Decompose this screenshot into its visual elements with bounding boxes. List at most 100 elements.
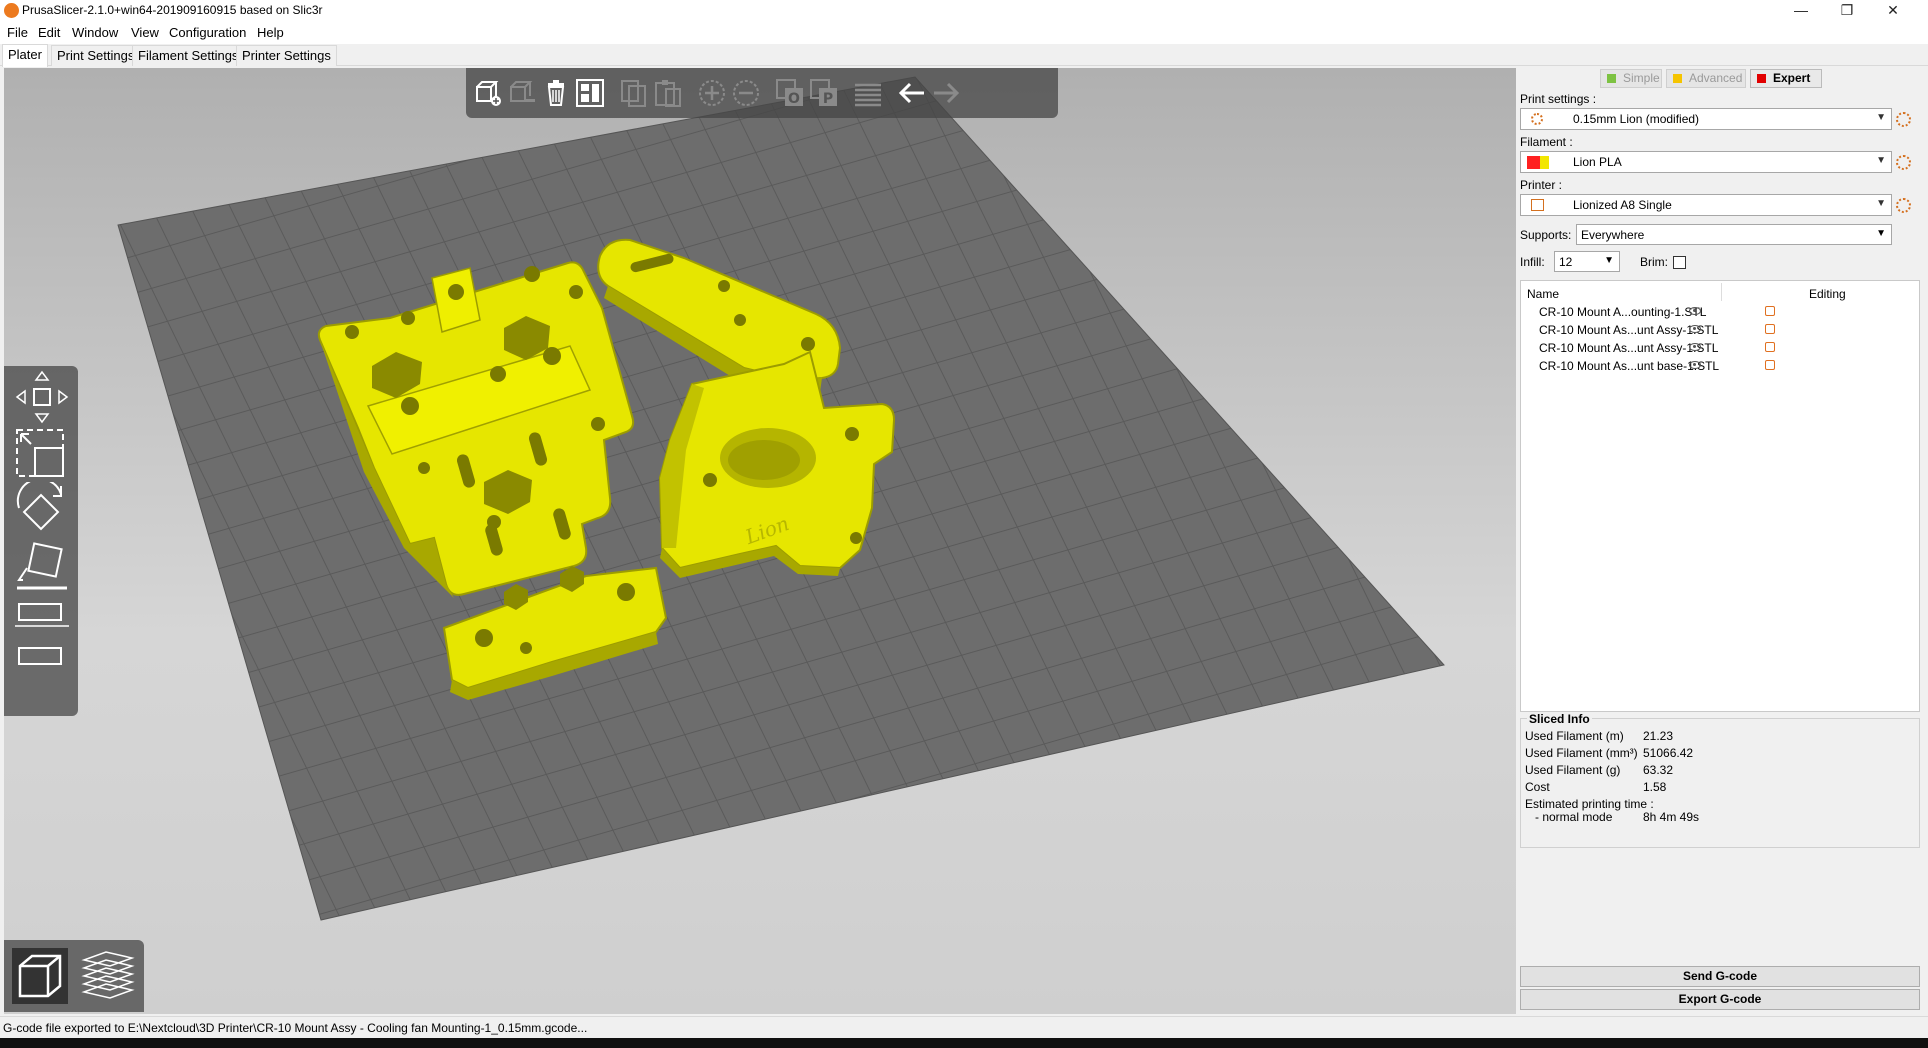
- edit-settings-icon[interactable]: [1765, 324, 1775, 334]
- column-divider: [1721, 283, 1722, 301]
- add-icon[interactable]: [472, 77, 504, 109]
- mode-advanced-label: Advanced: [1689, 71, 1743, 85]
- printer-label: Printer :: [1520, 178, 1563, 192]
- sliced-info-value: 1.58: [1643, 780, 1667, 794]
- remove-instance-icon[interactable]: [730, 77, 762, 109]
- 3d-view-icon[interactable]: [10, 946, 70, 1006]
- printer-combo[interactable]: Lionized A8 Single ▼: [1520, 194, 1892, 216]
- maximize-button[interactable]: ❐: [1824, 0, 1870, 22]
- brim-label: Brim:: [1640, 255, 1668, 269]
- scale-icon[interactable]: [13, 426, 71, 484]
- supports-label: Supports:: [1520, 228, 1572, 242]
- redo-icon[interactable]: [930, 77, 962, 109]
- mode-expert-label: Expert: [1773, 71, 1811, 85]
- support-points-icon[interactable]: [13, 628, 71, 686]
- print-settings-label: Print settings :: [1520, 92, 1597, 106]
- svg-text:P: P: [823, 91, 833, 107]
- status-bar: G-code file exported to E:\Nextcloud\3D …: [0, 1016, 1928, 1038]
- sliced-info-row: Used Filament (m) 21.23: [1525, 729, 1915, 745]
- supports-value: Everywhere: [1581, 228, 1645, 242]
- brim-checkbox[interactable]: [1673, 256, 1686, 269]
- infill-label: Infill:: [1520, 255, 1545, 269]
- mode-advanced-button[interactable]: Advanced: [1666, 69, 1746, 88]
- prusaslicer-logo-icon: [4, 3, 19, 18]
- 3d-viewport[interactable]: Lion O P: [4, 68, 1516, 1014]
- edit-settings-icon[interactable]: [1765, 360, 1775, 370]
- eye-icon[interactable]: [1689, 307, 1701, 315]
- menu-configuration[interactable]: Configuration: [169, 25, 246, 40]
- title-bar: PrusaSlicer-2.1.0+win64-201909160915 bas…: [0, 0, 1928, 22]
- sliced-info-panel: Sliced Info Used Filament (m) 21.23 Used…: [1520, 712, 1920, 848]
- move-icon[interactable]: [13, 368, 71, 426]
- filament-combo[interactable]: Lion PLA ▼: [1520, 151, 1892, 173]
- normal-mode-label: - normal mode: [1535, 810, 1613, 824]
- minimize-button[interactable]: —: [1778, 0, 1824, 22]
- edit-settings-icon[interactable]: [1765, 342, 1775, 352]
- infill-combo[interactable]: 12 ▼: [1554, 251, 1620, 272]
- mode-expert-color-icon: [1757, 74, 1766, 83]
- print-settings-combo[interactable]: 0.15mm Lion (modified) ▼: [1520, 108, 1892, 130]
- menu-view[interactable]: View: [131, 25, 159, 40]
- tab-print-settings[interactable]: Print Settings: [51, 45, 141, 66]
- chevron-down-icon: ▼: [1876, 155, 1886, 166]
- supports-combo[interactable]: Everywhere ▼: [1576, 224, 1892, 245]
- filament-value: Lion PLA: [1573, 155, 1622, 169]
- window-title: PrusaSlicer-2.1.0+win64-201909160915 bas…: [22, 3, 323, 17]
- gear-icon[interactable]: [1896, 155, 1911, 170]
- mode-advanced-color-icon: [1673, 74, 1682, 83]
- paste-icon[interactable]: [652, 77, 684, 109]
- filament-label: Filament :: [1520, 135, 1573, 149]
- export-gcode-button[interactable]: Export G-code: [1520, 989, 1920, 1010]
- estimated-time-label: Estimated printing time :: [1525, 797, 1654, 811]
- delete-icon[interactable]: [506, 77, 538, 109]
- os-taskbar: [0, 1038, 1928, 1048]
- menu-window[interactable]: Window: [72, 25, 118, 40]
- split-parts-icon[interactable]: P: [808, 77, 840, 109]
- list-item[interactable]: CR-10 Mount A...ounting-1.STL: [1521, 303, 1919, 321]
- object-list[interactable]: Name Editing CR-10 Mount A...ounting-1.S…: [1520, 280, 1920, 712]
- main-tabs: Plater Print Settings Filament Settings …: [0, 44, 1928, 67]
- eye-icon[interactable]: [1689, 343, 1701, 351]
- arrange-icon[interactable]: [574, 77, 606, 109]
- print-settings-value: 0.15mm Lion (modified): [1573, 112, 1700, 126]
- delete-all-icon[interactable]: [540, 77, 572, 109]
- copy-icon[interactable]: [618, 77, 650, 109]
- split-objects-icon[interactable]: O: [774, 77, 806, 109]
- sliced-info-label: Used Filament (m): [1525, 729, 1624, 743]
- tab-printer-settings[interactable]: Printer Settings: [236, 45, 337, 66]
- rotate-icon[interactable]: [13, 482, 71, 540]
- list-item[interactable]: CR-10 Mount As...unt Assy-1.STL: [1521, 339, 1919, 357]
- close-button[interactable]: ✕: [1870, 0, 1916, 22]
- eye-icon[interactable]: [1689, 361, 1701, 369]
- mode-simple-button[interactable]: Simple: [1600, 69, 1662, 88]
- chevron-down-icon: ▼: [1876, 198, 1886, 209]
- preview-icon[interactable]: [78, 946, 138, 1006]
- prusaslicer-window: PrusaSlicer-2.1.0+win64-201909160915 bas…: [0, 0, 1928, 1048]
- sliced-info-label: Used Filament (g): [1525, 763, 1621, 777]
- layers-editing-icon[interactable]: [852, 77, 884, 109]
- infill-value: 12: [1559, 255, 1573, 269]
- mode-expert-button[interactable]: Expert: [1750, 69, 1822, 88]
- menu-edit[interactable]: Edit: [38, 25, 60, 40]
- gear-icon[interactable]: [1896, 112, 1911, 127]
- eye-icon[interactable]: [1689, 325, 1701, 333]
- menu-help[interactable]: Help: [257, 25, 284, 40]
- place-on-face-icon[interactable]: [13, 538, 71, 596]
- sliced-info-label: Used Filament (mm³): [1525, 746, 1638, 760]
- send-gcode-button[interactable]: Send G-code: [1520, 966, 1920, 987]
- list-item[interactable]: CR-10 Mount As...unt Assy-1.STL: [1521, 321, 1919, 339]
- tab-filament-settings[interactable]: Filament Settings: [132, 45, 245, 66]
- tab-plater[interactable]: Plater: [2, 44, 48, 67]
- sliced-info-row: Cost 1.58: [1525, 780, 1915, 796]
- list-item[interactable]: CR-10 Mount As...unt base-1.STL: [1521, 357, 1919, 375]
- add-instance-icon[interactable]: [696, 77, 728, 109]
- undo-icon[interactable]: [896, 77, 928, 109]
- sliced-info-value: 63.32: [1643, 763, 1674, 777]
- edit-settings-icon[interactable]: [1765, 306, 1775, 316]
- gear-icon[interactable]: [1896, 198, 1911, 213]
- menu-file[interactable]: File: [7, 25, 28, 40]
- normal-mode-value: 8h 4m 49s: [1643, 810, 1700, 824]
- print-settings-icon: [1531, 113, 1543, 125]
- chevron-down-icon: ▼: [1604, 255, 1614, 266]
- filament-color-icon: [1527, 156, 1549, 169]
